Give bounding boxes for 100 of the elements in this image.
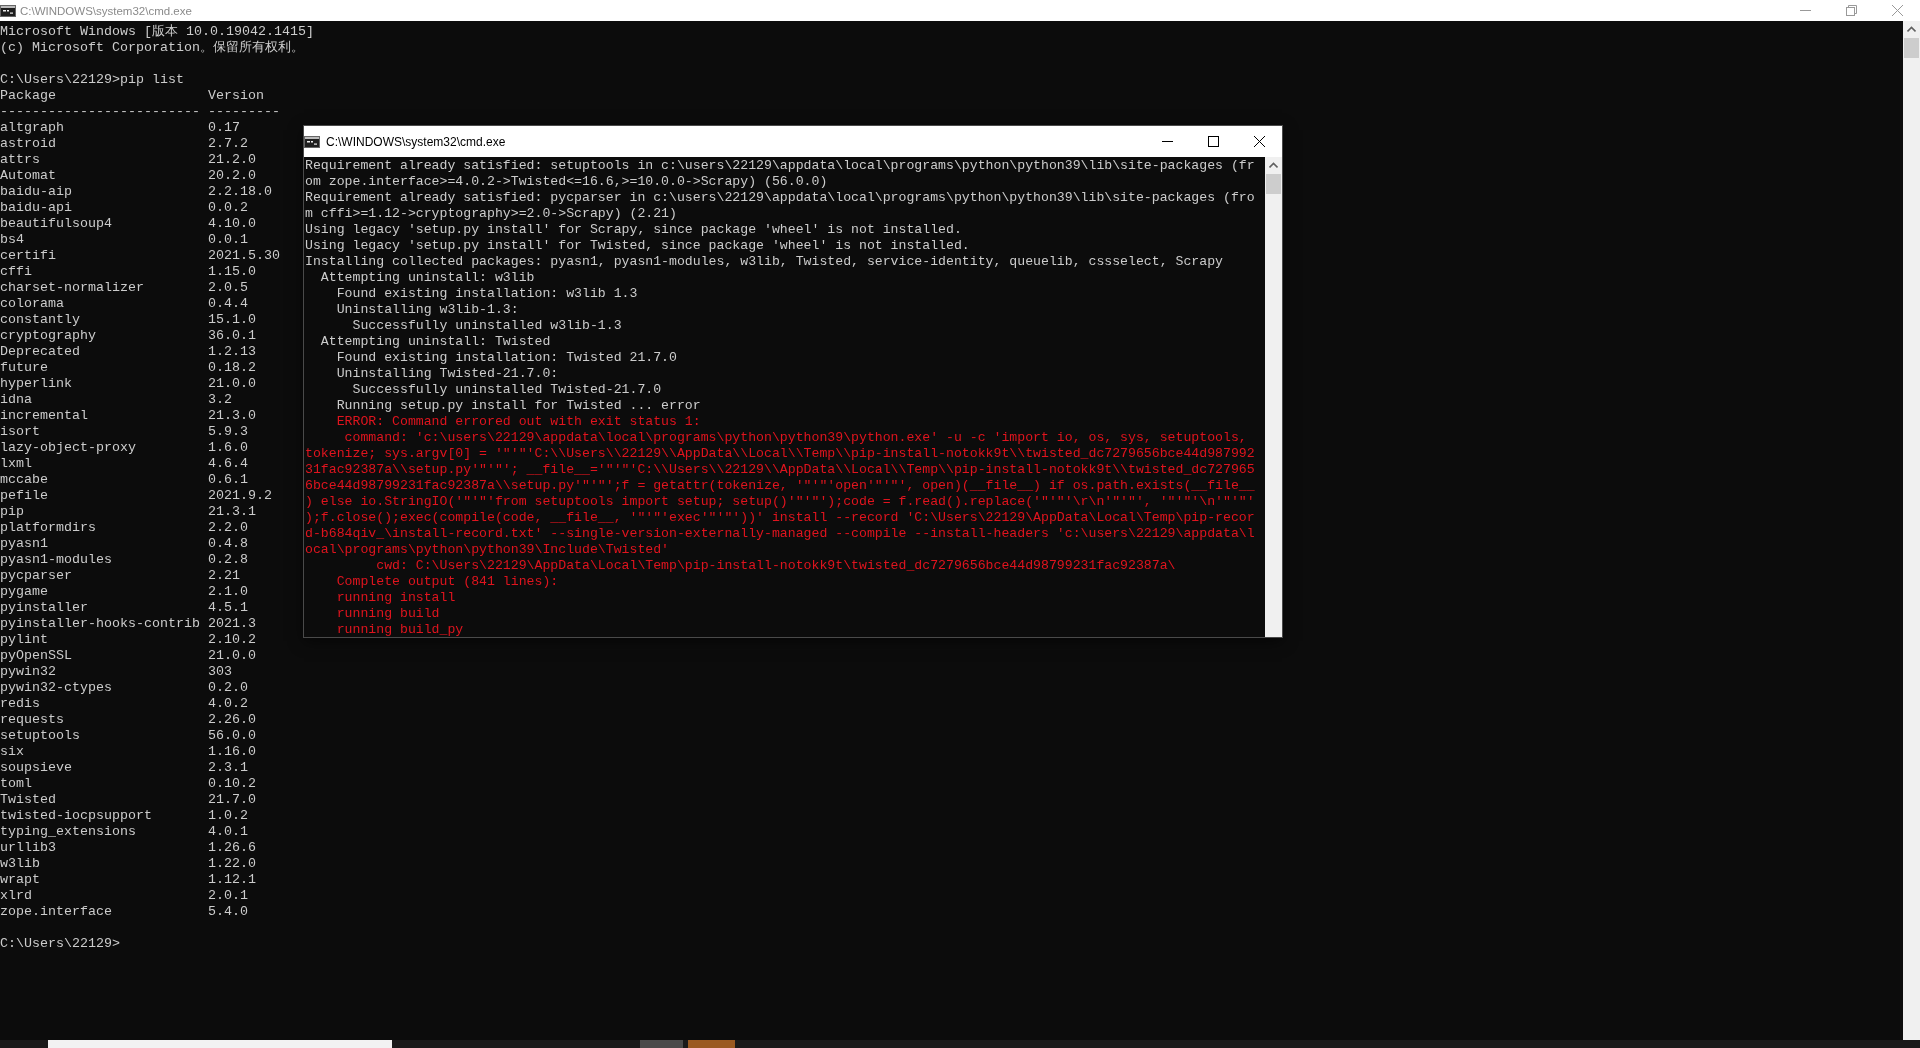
table-cell-text: future [0,360,49,376]
table-cell-text: typing_extensions [0,824,137,840]
console-line: Attempting uninstall: Twisted [319,334,552,350]
table-cell: 1.15.0 [208,264,256,280]
maximize-icon [1207,136,1219,147]
table-cell: 3.2 [208,392,232,408]
table-cell: 2021.9.2 [208,488,272,504]
console-line: Uninstalling Twisted-21.7.0: [335,366,560,382]
command-line: C:\Users\22129>pip list [0,72,185,88]
table-cell: 2.21 [208,568,240,584]
table-cell: 15.1.0 [208,312,256,328]
table-cell-text: constantly [0,312,81,328]
table-cell-text: six [0,744,25,760]
error-line: tokenize; sys.argv[0] = '"'"'C:\\Users\\22129\\AppData\\Local\\Temp\\pip-install-notokk9t\\twisted_dc7279656bce44d987992 [305,446,1256,462]
table-cell-text: pyasn1-modules [0,552,113,568]
table-cell: 0.18.2 [208,360,256,376]
scrollbar-thumb[interactable] [1904,38,1919,58]
table-cell: 36.0.1 [208,328,256,344]
table-cell: 2.7.2 [208,136,248,152]
console-line: Attempting uninstall: w3lib [319,270,536,286]
table-cell: 1.6.0 [208,440,248,456]
table-cell-text: pyinstaller [0,600,89,616]
table-cell-text: bs4 [0,232,25,248]
table-cell-text: pywin32-ctypes [0,680,113,696]
table-cell: 21.3.1 [208,504,256,520]
error-line: 6bce44d98799231fac92387a\\setup.py'"'"';f = getattr(tokenize, '"'"'open'"'"', open)(__file__) if os.path.exists(__file__ [305,478,1256,494]
table-cell: 4.6.4 [208,456,248,472]
table-cell-text: setuptools [0,728,81,744]
table-cell: 0.10.2 [208,776,256,792]
error-line: );f.close();exec(compile(code, __file__, '"'"'exec'"'"'))' install --record 'C:\Users\22129\AppData\Local\Temp\pip-recor [305,510,1256,526]
console-line: Microsoft Windows [版本 10.0.19042.1415] [0,24,315,40]
table-cell: 0.0.1 [208,232,248,248]
table-cell: 1.26.6 [208,840,256,856]
console-app-icon [304,135,320,148]
table-cell-text: w3lib [0,856,41,872]
table-cell: 1.22.0 [208,856,256,872]
taskbar-app-icon[interactable] [640,1040,683,1048]
restore-icon [1845,5,1857,16]
table-cell-text: certifi [0,248,57,264]
taskbar-app-icon[interactable] [688,1040,735,1048]
close-icon [1891,5,1903,16]
table-cell: 1.16.0 [208,744,256,760]
scroll-up-icon [1907,26,1916,33]
console-line: Found existing installation: Twisted 21.7.0 [335,350,678,366]
table-cell: 2.10.2 [208,632,256,648]
console-app-icon [0,4,16,17]
table-cell-text: cryptography [0,328,97,344]
table-cell-text: mccabe [0,472,49,488]
console-line: Successfully uninstalled Twisted-21.7.0 [351,382,663,398]
table-cell-text: colorama [0,296,65,312]
table-cell: 0.2.8 [208,552,248,568]
table-cell: 21.2.0 [208,152,256,168]
close-icon [1253,136,1265,147]
table-cell-text: urllib3 [0,840,57,856]
table-cell-text: incremental [0,408,89,424]
table-cell-text: pyinstaller-hooks-contrib [0,616,201,632]
table-cell-text: Deprecated [0,344,81,360]
window-title: C:\WINDOWS\system32\cmd.exe [20,4,192,17]
error-line: Complete output (841 lines): [335,574,560,590]
console-line: Requirement already satisfied: setuptools in c:\users\22129\appdata\local\programs\python\python39\lib\site-packages (fr [305,158,1256,174]
header-rule: ------------------------- [0,104,201,120]
table-cell-text: Twisted [0,792,57,808]
table-cell: 0.6.1 [208,472,248,488]
console-line: Using legacy 'setup.py install' for Twisted, since package 'wheel' is not installed. [305,238,971,254]
table-cell: 4.5.1 [208,600,248,616]
table-cell: 2021.3 [208,616,256,632]
table-cell: 0.4.4 [208,296,248,312]
table-cell: 2021.5.30 [208,248,280,264]
table-cell-text: altgraph [0,120,65,136]
console-line: (c) Microsoft Corporation。保留所有权利。 [0,40,305,56]
scrollbar-thumb[interactable] [1266,174,1281,194]
table-cell-text: pyasn1 [0,536,49,552]
console-line: Found existing installation: w3lib 1.3 [335,286,639,302]
table-cell: 2.0.1 [208,888,248,904]
table-cell-text: lxml [0,456,33,472]
table-cell-text: redis [0,696,41,712]
table-cell-text: pygame [0,584,49,600]
table-cell-text: attrs [0,152,41,168]
table-cell: 2.2.18.0 [208,184,272,200]
column-header: Package [0,88,57,104]
error-line: running build [335,606,441,622]
table-cell-text: baidu-api [0,200,73,216]
table-cell: 4.0.1 [208,824,248,840]
error-line: ocal\programs\python\python39\Include\Twisted' [305,542,671,558]
table-cell-text: platformdirs [0,520,97,536]
table-cell: 5.4.0 [208,904,248,920]
table-cell-text: requests [0,712,65,728]
table-cell-text: lazy-object-proxy [0,440,137,456]
table-cell: 2.26.0 [208,712,256,728]
table-cell: 21.0.0 [208,376,256,392]
table-cell: 2.0.5 [208,280,248,296]
table-cell: 56.0.0 [208,728,256,744]
table-cell-text: hyperlink [0,376,73,392]
table-cell-text: zope.interface [0,904,113,920]
table-cell: 303 [208,664,232,680]
table-cell-text: astroid [0,136,57,152]
table-cell: 21.3.0 [208,408,256,424]
table-cell: 4.0.2 [208,696,248,712]
table-cell-text: pylint [0,632,49,648]
search-field[interactable] [48,1040,392,1048]
